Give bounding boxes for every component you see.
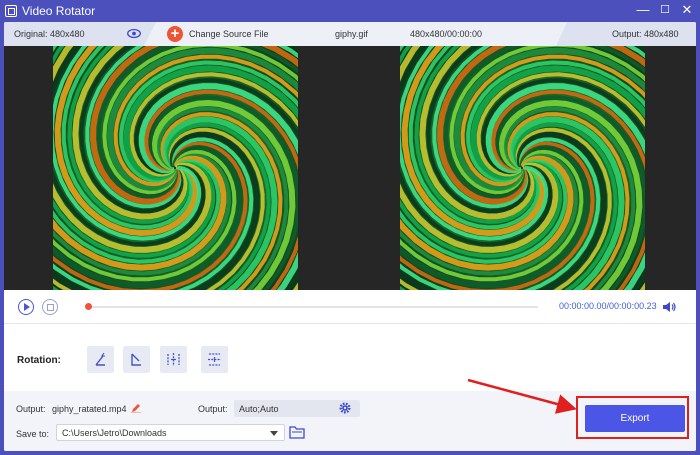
volume-icon[interactable] [662, 300, 676, 314]
app-logo-icon [5, 5, 17, 17]
app-window: Video Rotator — ☐ ✕ Original: 480x480 + … [0, 0, 700, 455]
edit-pencil-icon[interactable] [131, 403, 141, 413]
flip-vertical-icon [208, 353, 221, 366]
rotate-left-button[interactable] [87, 346, 114, 373]
output-file-name: giphy_ratated.mp4 [52, 404, 127, 414]
flip-horizontal-icon [167, 353, 180, 366]
main-content: Original: 480x480 + Change Source File g… [4, 22, 696, 451]
progress-handle[interactable] [85, 303, 92, 310]
output-video-preview [400, 46, 645, 290]
rotate-right-button[interactable] [123, 346, 150, 373]
play-button[interactable] [18, 299, 34, 315]
preview-header: Original: 480x480 + Change Source File g… [4, 22, 696, 46]
minimize-icon[interactable]: — [636, 3, 650, 17]
video-preview-area [4, 46, 696, 290]
chevron-down-icon [270, 431, 278, 436]
window-title: Video Rotator [22, 4, 96, 18]
save-path-select[interactable]: C:\Users\Jetro\Downloads [56, 424, 285, 441]
output-resolution: Output: 480x480 [612, 29, 679, 39]
export-button[interactable]: Export [585, 405, 685, 432]
rotate-left-icon [95, 352, 105, 366]
annotation-arrow [467, 378, 577, 414]
eye-icon[interactable] [127, 28, 141, 39]
title-bar: Video Rotator — ☐ ✕ [0, 0, 700, 22]
progress-track[interactable] [88, 306, 538, 308]
stop-button[interactable] [42, 299, 58, 315]
playback-bar: 00:00:00.00/00:00:00.23 [4, 290, 696, 324]
rotation-panel: Rotation: [4, 325, 696, 391]
output-file-label: Output: [16, 404, 46, 414]
rotate-right-icon [131, 353, 141, 366]
save-path-value: C:\Users\Jetro\Downloads [62, 428, 167, 438]
output-format-label: Output: [198, 404, 228, 414]
flip-vertical-button[interactable] [201, 346, 228, 373]
maximize-icon[interactable]: ☐ [658, 3, 672, 17]
add-source-icon[interactable]: + [167, 26, 183, 42]
close-icon[interactable]: ✕ [680, 3, 694, 17]
folder-icon[interactable] [289, 425, 305, 439]
playback-time: 00:00:00.00/00:00:00.23 [559, 301, 657, 311]
original-resolution: Original: 480x480 [14, 29, 85, 39]
output-format-value: Auto;Auto [239, 404, 279, 414]
original-video-preview [53, 46, 298, 290]
flip-horizontal-button[interactable] [160, 346, 187, 373]
source-file-info: 480x480/00:00:00 [410, 29, 483, 39]
change-source-button[interactable]: Change Source File [189, 29, 269, 39]
rotation-label: Rotation: [17, 355, 61, 366]
source-file-name: giphy.gif [335, 29, 368, 39]
gear-icon[interactable] [339, 402, 351, 414]
save-to-label: Save to: [16, 429, 50, 439]
